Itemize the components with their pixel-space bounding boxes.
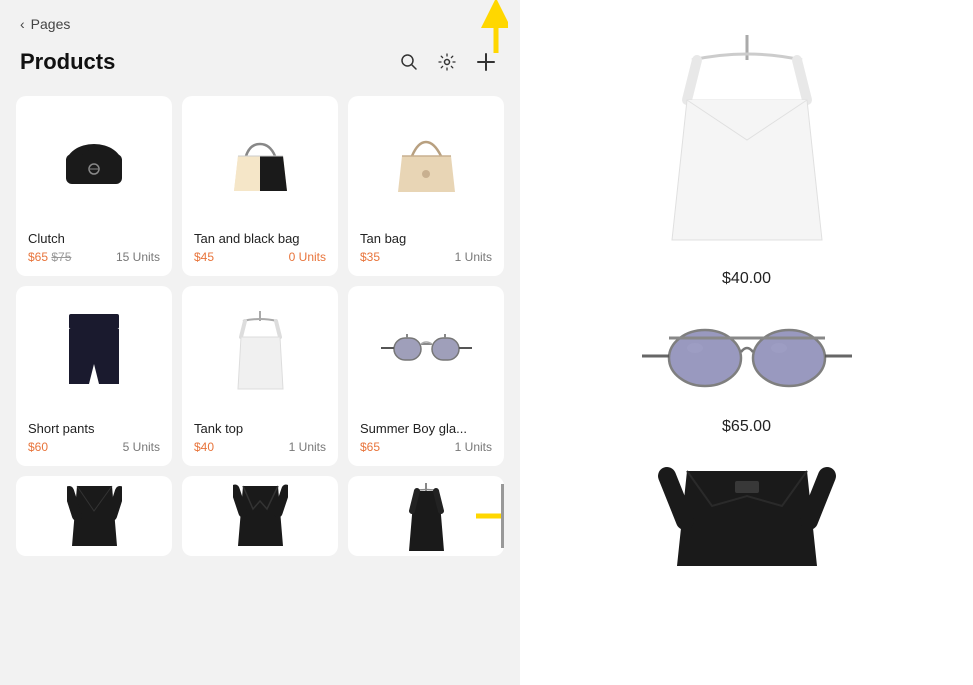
product-meta-tank-top: $40 1 Units xyxy=(194,440,326,454)
product-units-clutch: 15 Units xyxy=(116,250,160,264)
product-card-black-blazer[interactable] xyxy=(182,476,338,556)
product-name-tan-black-bag: Tan and black bag xyxy=(194,231,326,246)
right-product-sunglasses: $65.00 xyxy=(540,308,953,436)
settings-button[interactable] xyxy=(434,49,460,75)
product-card-black-robe[interactable] xyxy=(16,476,172,556)
product-row-3-partial xyxy=(16,476,504,556)
divider-line xyxy=(501,484,504,548)
product-meta-tan-bag: $35 1 Units xyxy=(360,250,492,264)
product-grid: Clutch $65 $75 15 Units xyxy=(0,88,520,685)
product-card-short-pants[interactable]: Short pants $60 5 Units xyxy=(16,286,172,466)
product-price-tan-bag: $35 xyxy=(360,250,380,264)
product-price-tan-black-bag: $45 xyxy=(194,250,214,264)
product-info-tan-black-bag: Tan and black bag $45 0 Units xyxy=(194,227,326,264)
product-info-tan-bag: Tan bag $35 1 Units xyxy=(360,227,492,264)
right-product-image-jacket xyxy=(657,466,837,566)
product-name-tank-top: Tank top xyxy=(194,421,326,436)
add-product-button[interactable] xyxy=(472,48,500,76)
product-image-tan-black-bag xyxy=(194,108,326,219)
product-info-clutch: Clutch $65 $75 15 Units xyxy=(28,227,160,264)
product-card-tank-top[interactable]: Tank top $40 1 Units xyxy=(182,286,338,466)
product-image-tank-top xyxy=(194,298,326,409)
product-price-sunglasses: $65 xyxy=(360,440,380,454)
product-price-clutch: $65 $75 xyxy=(28,250,71,264)
product-meta-tan-black-bag: $45 0 Units xyxy=(194,250,326,264)
panel-header: Products xyxy=(0,40,520,88)
back-nav[interactable]: ‹ Pages xyxy=(0,0,520,40)
back-label: Pages xyxy=(31,16,71,32)
back-chevron-icon: ‹ xyxy=(20,16,25,32)
product-name-short-pants: Short pants xyxy=(28,421,160,436)
page-title: Products xyxy=(20,49,115,75)
right-product-jacket xyxy=(540,466,953,566)
right-product-price-tank-top: $40.00 xyxy=(722,270,771,288)
product-units-tank-top: 1 Units xyxy=(289,440,326,454)
right-product-image-sunglasses xyxy=(637,308,857,408)
product-name-clutch: Clutch xyxy=(28,231,160,246)
product-meta-clutch: $65 $75 15 Units xyxy=(28,250,160,264)
product-image-short-pants xyxy=(28,298,160,409)
product-card-black-dress[interactable] xyxy=(348,476,504,556)
product-units-short-pants: 5 Units xyxy=(123,440,160,454)
product-info-tank-top: Tank top $40 1 Units xyxy=(194,417,326,454)
right-panel: $40.00 $65.00 xyxy=(520,0,973,685)
search-button[interactable] xyxy=(396,49,422,75)
product-row-2: Short pants $60 5 Units xyxy=(16,286,504,466)
product-meta-sunglasses: $65 1 Units xyxy=(360,440,492,454)
product-card-tan-bag[interactable]: Tan bag $35 1 Units xyxy=(348,96,504,276)
product-meta-short-pants: $60 5 Units xyxy=(28,440,160,454)
product-units-sunglasses: 1 Units xyxy=(455,440,492,454)
left-panel: ‹ Pages Products xyxy=(0,0,520,685)
product-info-short-pants: Short pants $60 5 Units xyxy=(28,417,160,454)
right-product-price-sunglasses: $65.00 xyxy=(722,418,771,436)
product-row-1: Clutch $65 $75 15 Units xyxy=(16,96,504,276)
product-info-sunglasses: Summer Boy gla... $65 1 Units xyxy=(360,417,492,454)
product-price-tank-top: $40 xyxy=(194,440,214,454)
right-product-image-tank-top xyxy=(637,30,857,260)
arrow-annotation-right xyxy=(474,501,504,531)
product-image-sunglasses xyxy=(360,298,492,409)
product-name-sunglasses: Summer Boy gla... xyxy=(360,421,492,436)
product-units-tan-bag: 1 Units xyxy=(455,250,492,264)
product-card-clutch[interactable]: Clutch $65 $75 15 Units xyxy=(16,96,172,276)
product-image-tan-bag xyxy=(360,108,492,219)
header-actions xyxy=(396,48,500,76)
product-price-short-pants: $60 xyxy=(28,440,48,454)
product-card-sunglasses[interactable]: Summer Boy gla... $65 1 Units xyxy=(348,286,504,466)
product-units-tan-black-bag: 0 Units xyxy=(289,250,326,264)
right-product-tank-top: $40.00 xyxy=(540,30,953,288)
product-image-clutch xyxy=(28,108,160,219)
product-name-tan-bag: Tan bag xyxy=(360,231,492,246)
product-card-tan-black-bag[interactable]: Tan and black bag $45 0 Units xyxy=(182,96,338,276)
